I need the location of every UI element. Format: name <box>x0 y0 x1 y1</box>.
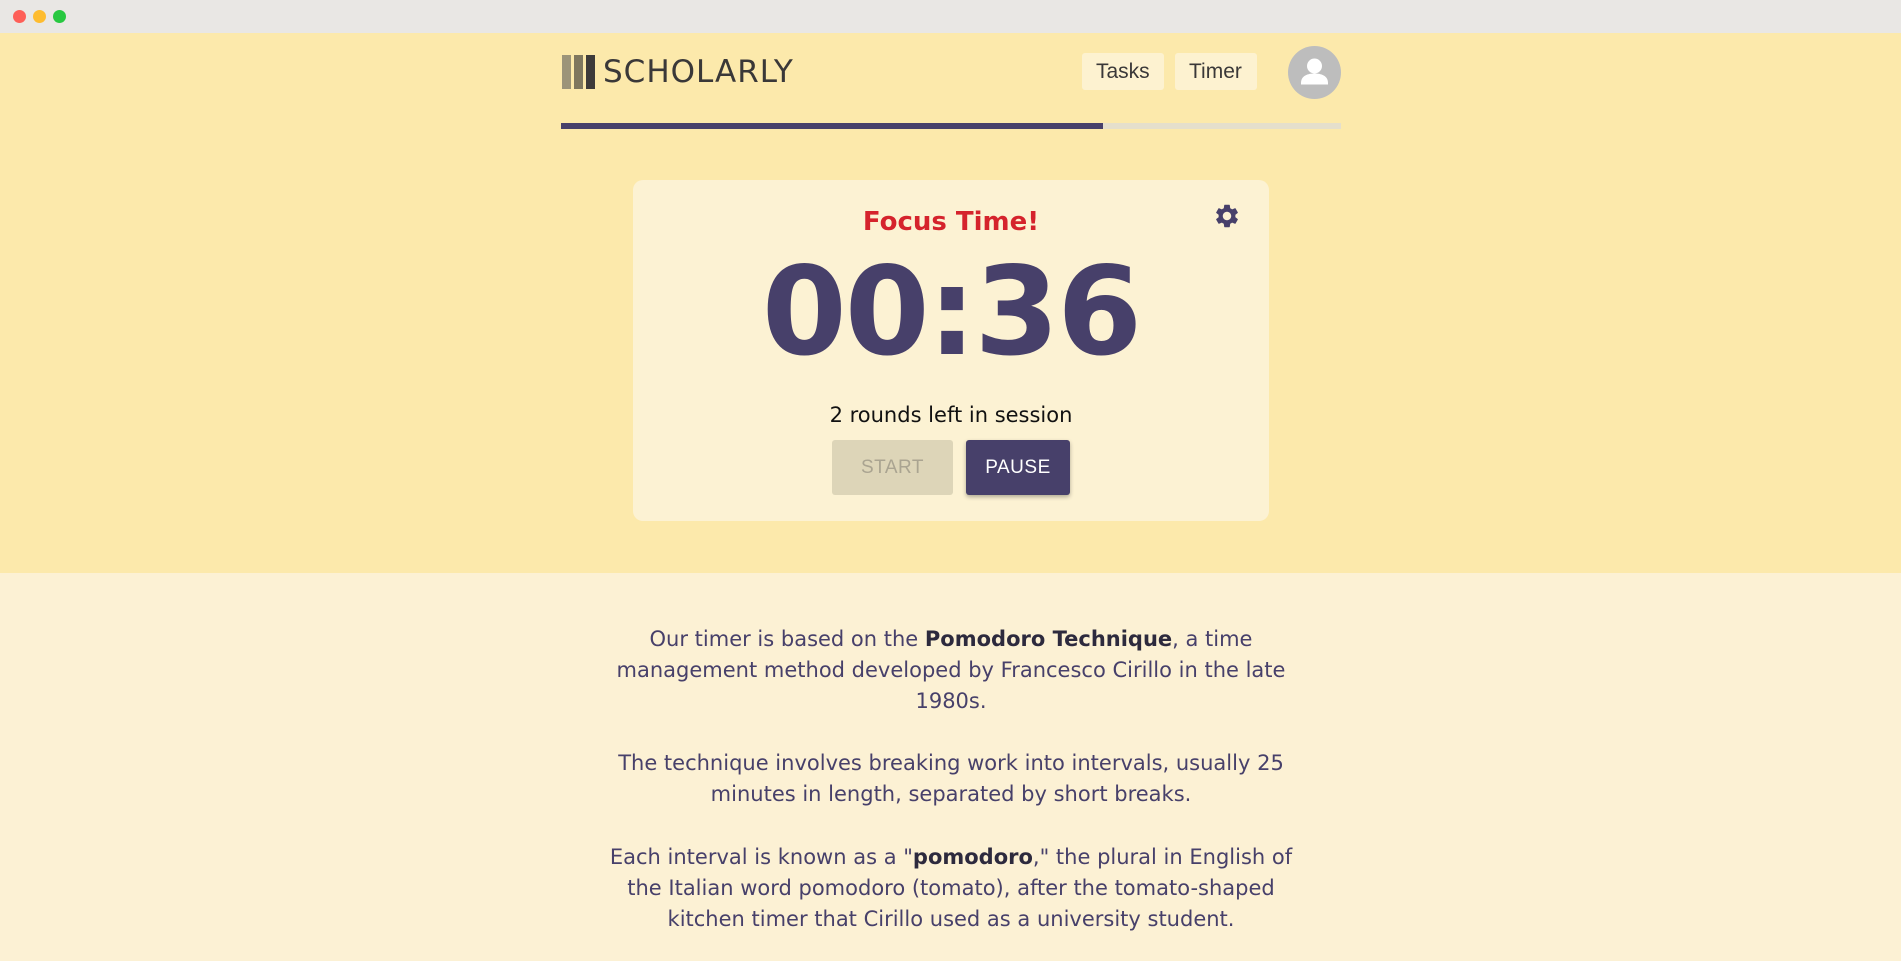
window-titlebar <box>0 0 1901 33</box>
rounds-left-text: 2 rounds left in session <box>829 403 1073 427</box>
timer-card: Focus Time! 00:36 2 rounds left in sessi… <box>633 180 1269 521</box>
about-text: Each interval is known as a " <box>609 845 913 869</box>
session-progress-bar <box>561 123 1341 129</box>
pomodoro-technique-emphasis: Pomodoro Technique <box>924 627 1173 651</box>
about-paragraph-1: Our timer is based on the Pomodoro Techn… <box>590 624 1312 717</box>
books-logo-icon <box>562 55 595 89</box>
avatar[interactable] <box>1288 46 1341 99</box>
timer-status: Focus Time! <box>862 207 1040 237</box>
about-text: Our timer is based on the <box>649 627 925 651</box>
logo-text: SCHOLARLY <box>603 54 794 90</box>
nav-tasks-button[interactable]: Tasks <box>1082 53 1164 90</box>
start-button[interactable]: START <box>832 440 953 495</box>
pause-button[interactable]: PAUSE <box>966 440 1070 495</box>
close-window-button[interactable] <box>13 10 26 23</box>
maximize-window-button[interactable] <box>53 10 66 23</box>
logo[interactable]: SCHOLARLY <box>562 54 794 90</box>
minimize-window-button[interactable] <box>33 10 46 23</box>
pomodoro-emphasis: pomodoro <box>912 845 1033 869</box>
about-paragraph-3: Each interval is known as a "pomodoro," … <box>590 842 1312 935</box>
user-icon <box>1301 58 1328 85</box>
timer-display: 00:36 <box>761 241 1142 383</box>
session-progress-fill <box>561 123 1104 129</box>
nav-timer-button[interactable]: Timer <box>1175 53 1257 90</box>
about-paragraph-2: The technique involves breaking work int… <box>618 751 1284 806</box>
